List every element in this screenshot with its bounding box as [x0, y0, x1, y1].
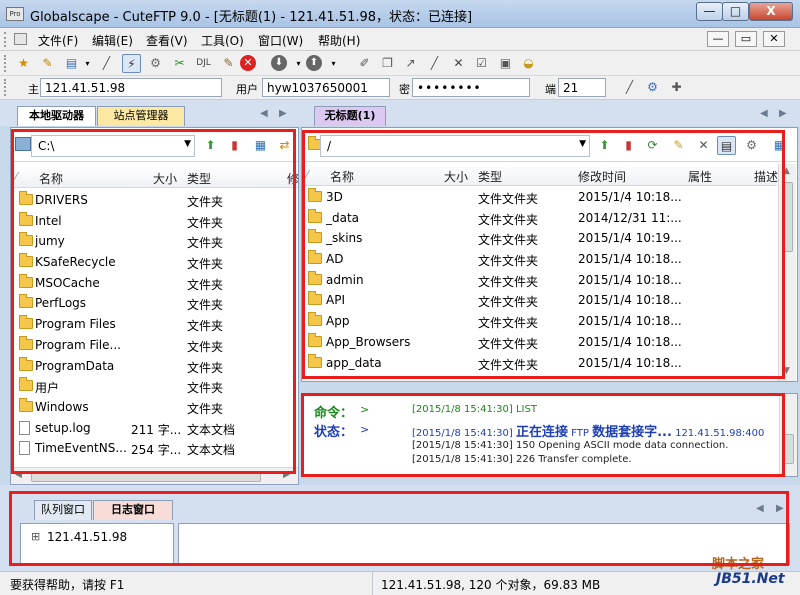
- tab-scroll-right-icon[interactable]: ▶: [279, 108, 287, 119]
- move-icon[interactable]: ↗: [401, 54, 420, 73]
- highlight-remote-pane: [302, 130, 785, 379]
- view-icon[interactable]: ▣: [496, 54, 515, 73]
- minimize-button[interactable]: —: [696, 2, 723, 21]
- tab-scroll-left-icon[interactable]: ◀: [260, 108, 268, 119]
- highlight-bottom-panel: [9, 491, 789, 566]
- grip-icon: [4, 55, 7, 72]
- upload-icon[interactable]: ⬆: [306, 55, 322, 71]
- tab-remote-session[interactable]: 无标题(1): [314, 106, 386, 126]
- grip-icon: [4, 79, 7, 96]
- properties-icon[interactable]: ☑: [472, 54, 491, 73]
- edit-icon[interactable]: ✐: [355, 54, 374, 73]
- dropdown-icon[interactable]: ▾: [324, 54, 343, 73]
- dropdown-icon[interactable]: ▾: [78, 54, 97, 73]
- delete-icon[interactable]: ✕: [449, 54, 468, 73]
- favorites-icon[interactable]: ◒: [519, 54, 538, 73]
- menu-window[interactable]: 窗口(W): [258, 32, 303, 49]
- menu-help[interactable]: 帮助(H): [318, 32, 360, 49]
- download-icon[interactable]: ⬇: [271, 55, 287, 71]
- tab-local-drives[interactable]: 本地驱动器: [17, 106, 96, 126]
- host-label: 主: [28, 83, 39, 96]
- window-title: Globalscape - CuteFTP 9.0 - [无标题(1) - 12…: [30, 10, 473, 25]
- tab-row: 本地驱动器 站点管理器 ◀ ▶ 无标题(1) ◀ ▶: [0, 100, 800, 126]
- quick-connect-icon[interactable]: ⚡: [122, 54, 141, 73]
- close-button[interactable]: X: [749, 2, 793, 21]
- ssl-icon[interactable]: DJL: [194, 54, 213, 73]
- password-input[interactable]: ••••••••: [412, 78, 530, 97]
- watermark-url: JB51.Net: [716, 571, 785, 587]
- rename-icon[interactable]: ╱: [425, 54, 444, 73]
- tab-site-manager[interactable]: 站点管理器: [97, 106, 185, 126]
- mdi-close-button[interactable]: ✕: [763, 31, 785, 47]
- status-bar: 要获得帮助，请按 F1 121.41.51.98, 120 个对象，69.83 …: [0, 571, 800, 595]
- disconnect-icon[interactable]: ✂: [170, 54, 189, 73]
- toolbar: ★ ✎ ▤ ▾ ╱ ⚡ ⚙ ✂ DJL ✎ ✕ ⬇ ▾ ⬆ ▾ ✐ ❐ ↗ ╱ …: [0, 51, 800, 76]
- script-icon[interactable]: ✎: [219, 54, 238, 73]
- port-input[interactable]: 21: [558, 78, 606, 97]
- connect-icon[interactable]: ╱: [97, 54, 116, 73]
- title-bar: Pro Globalscape - CuteFTP 9.0 - [无标题(1) …: [0, 0, 800, 28]
- maximize-button[interactable]: □: [722, 2, 749, 21]
- menu-tools[interactable]: 工具(O): [201, 32, 244, 49]
- user-input[interactable]: hyw1037650001: [262, 78, 390, 97]
- user-label: 用户: [236, 83, 258, 96]
- help-hint: 要获得帮助，请按 F1: [10, 578, 125, 592]
- mdi-minimize-button[interactable]: —: [707, 31, 729, 47]
- stop-icon[interactable]: ✕: [240, 55, 256, 71]
- grip-icon: [4, 32, 7, 47]
- menu-edit[interactable]: 编辑(E): [92, 32, 133, 49]
- document-icon: [14, 33, 27, 45]
- status-divider: [372, 572, 373, 595]
- menu-view[interactable]: 查看(V): [146, 32, 188, 49]
- connect-icon[interactable]: ╱: [620, 78, 639, 97]
- menu-file[interactable]: 文件(F): [38, 32, 78, 49]
- highlight-local-pane: [11, 129, 296, 474]
- quick-connect-bar: 主 121.41.51.98 用户 hyw1037650001 密 ••••••…: [0, 76, 800, 100]
- highlight-log-pane: [301, 393, 785, 477]
- mdi-restore-button[interactable]: ▭: [735, 31, 757, 47]
- password-label: 密: [399, 83, 410, 96]
- host-input[interactable]: 121.41.51.98: [40, 78, 222, 97]
- copy-icon[interactable]: ❐: [378, 54, 397, 73]
- reconnect-icon[interactable]: ⚙: [146, 54, 165, 73]
- port-label: 端: [545, 83, 556, 96]
- site-manager-icon[interactable]: ✎: [38, 54, 57, 73]
- status-info: 121.41.51.98, 120 个对象，69.83 MB: [381, 578, 601, 592]
- add-site-icon[interactable]: ✚: [667, 78, 686, 97]
- tab-scroll-right-icon[interactable]: ▶: [779, 108, 787, 119]
- connect-wizard-icon[interactable]: ★: [14, 54, 33, 73]
- tab-scroll-left-icon[interactable]: ◀: [760, 108, 768, 119]
- gear-icon[interactable]: ⚙: [643, 78, 662, 97]
- app-icon[interactable]: Pro: [6, 7, 24, 21]
- menu-bar: 文件(F) 编辑(E) 查看(V) 工具(O) 窗口(W) 帮助(H) — ▭ …: [0, 28, 800, 51]
